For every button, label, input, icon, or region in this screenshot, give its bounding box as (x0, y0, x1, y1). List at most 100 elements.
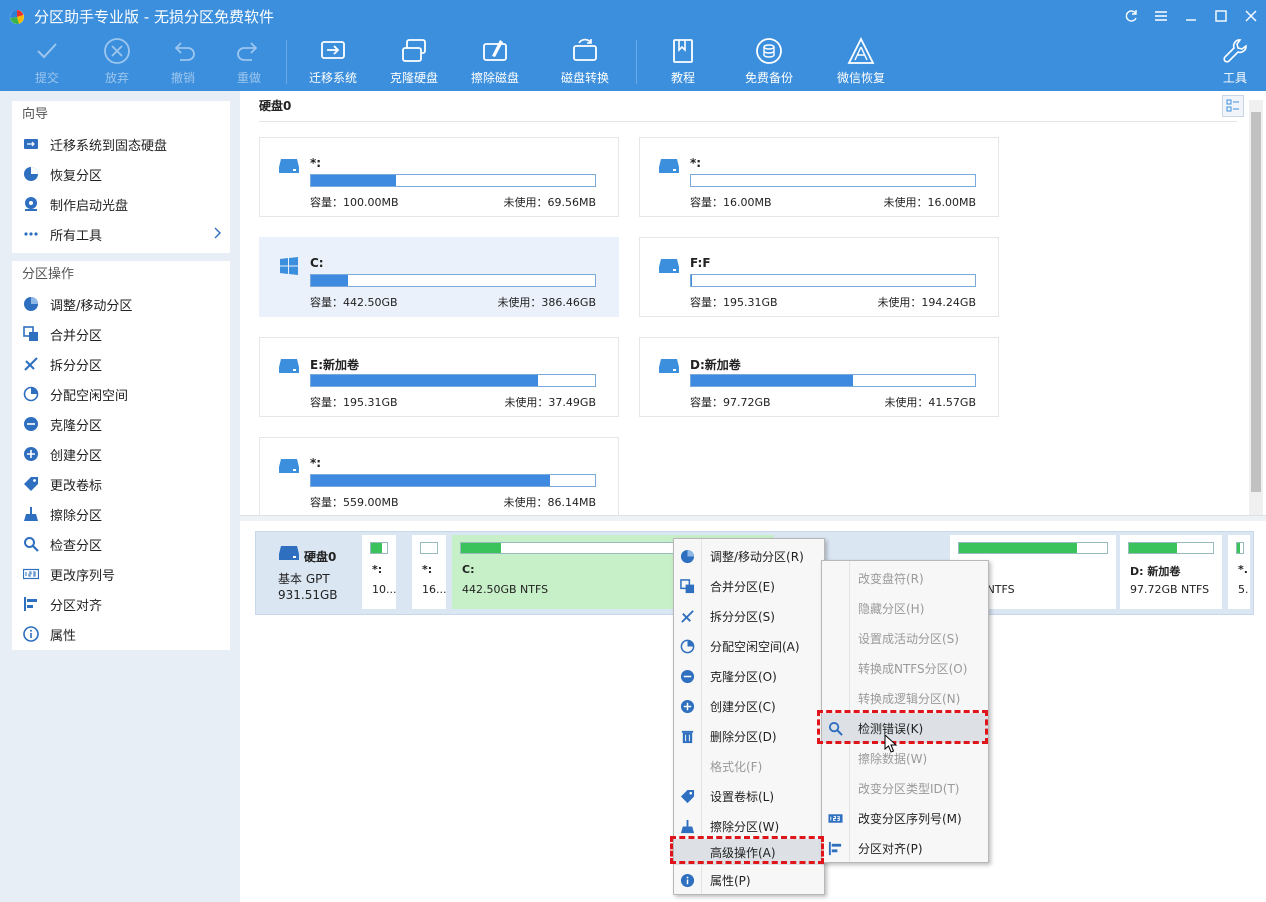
maximize-button[interactable] (1206, 0, 1236, 32)
undo-icon (174, 42, 195, 61)
menu-item-set-label[interactable]: 设置卷标(L) (674, 781, 824, 811)
partition-card[interactable]: *: 容量：100.00MB 未使用：69.56MB (259, 137, 619, 217)
menu-item-change-letter[interactable]: 改变盘符(R) (822, 563, 988, 593)
menu-item-label: 转换成逻辑分区(N) (858, 691, 961, 706)
sidebar-item-bootable-media[interactable]: 制作启动光盘 (12, 189, 230, 219)
menu-item-set-active[interactable]: 设置成活动分区(S) (822, 623, 988, 653)
usage-bar (310, 174, 596, 187)
serial-number-icon (827, 810, 843, 826)
sidebar-item-allocate-space[interactable]: 分配空闲空间 (12, 379, 230, 409)
undo-button[interactable]: 撤销 (166, 36, 200, 88)
magnifier-icon (22, 535, 40, 553)
menu-item-merge[interactable]: 合并分区(E) (674, 571, 824, 601)
menu-item-align[interactable]: 分区对齐(P) (822, 833, 988, 863)
sidebar-item-all-tools[interactable]: 所有工具 (12, 219, 230, 249)
broom-icon (679, 818, 695, 834)
partition-card[interactable]: D:新加卷 容量：97.72GB 未使用：41.57GB (639, 337, 999, 417)
menu-item-split[interactable]: 拆分分区(S) (674, 601, 824, 631)
disk-convert-button[interactable]: 磁盘转换 (558, 36, 612, 88)
menu-button[interactable] (1146, 0, 1176, 32)
menu-item-label: 格式化(F) (710, 759, 763, 774)
map-usage-bar-fill (371, 543, 383, 553)
menu-item-convert-logical[interactable]: 转换成逻辑分区(N) (822, 683, 988, 713)
menu-item-change-serial[interactable]: 改变分区序列号(M) (822, 803, 988, 833)
scrollbar-thumb[interactable] (1251, 112, 1261, 492)
menu-item-properties[interactable]: 属性(P) (674, 865, 824, 895)
menu-item-hide-partition[interactable]: 隐藏分区(H) (822, 593, 988, 623)
partition-name: *: (310, 456, 322, 470)
migrate-os-button[interactable]: 迁移系统 (306, 36, 360, 88)
sidebar-item-label: 属性 (50, 628, 77, 644)
minimize-button[interactable] (1176, 0, 1206, 32)
menu-item-change-type-id[interactable]: 改变分区类型ID(T) (822, 773, 988, 803)
disk-map-partition[interactable]: *: 16... (412, 535, 447, 609)
sidebar-item-change-label[interactable]: 更改卷标 (12, 469, 230, 499)
menu-item-clone[interactable]: 克隆分区(O) (674, 661, 824, 691)
sidebar-item-recover-partition[interactable]: 恢复分区 (12, 159, 230, 189)
pie-icon (679, 638, 695, 654)
clone-disk-button[interactable]: 克隆硬盘 (387, 36, 441, 88)
menu-item-delete[interactable]: 删除分区(D) (674, 721, 824, 751)
menu-item-label: 擦除分区(W) (710, 819, 780, 834)
sidebar-item-properties[interactable]: 属性 (12, 619, 230, 649)
vertical-scrollbar[interactable] (1249, 100, 1263, 518)
disk-icon (279, 359, 299, 373)
free-backup-label: 免费备份 (744, 71, 793, 85)
partition-name: F:F (690, 256, 711, 270)
partition-capacity: 容量：195.31GB (310, 396, 398, 409)
view-toggle-button[interactable] (1222, 95, 1244, 117)
sidebar-item-clone-partition[interactable]: 克隆分区 (12, 409, 230, 439)
wipe-disk-icon (483, 40, 507, 61)
sidebar-item-label: 克隆分区 (50, 418, 103, 434)
wechat-recovery-button[interactable]: 微信恢复 (834, 36, 888, 88)
partition-card[interactable]: C: 容量：442.50GB 未使用：386.46GB (259, 237, 619, 317)
partition-card[interactable]: F:F 容量：195.31GB 未使用：194.24GB (639, 237, 999, 317)
maximize-icon (1215, 10, 1227, 22)
discard-button[interactable]: 放弃 (100, 36, 134, 88)
free-backup-button[interactable]: 免费备份 (742, 36, 796, 88)
map-usage-bar (1236, 542, 1244, 554)
menu-item-format[interactable]: 格式化(F) (674, 751, 824, 781)
refresh-button[interactable] (1116, 0, 1146, 32)
tutorial-button[interactable]: 教程 (666, 36, 700, 88)
sidebar-item-label: 更改序列号 (50, 568, 116, 584)
merge-icon (679, 578, 695, 594)
wechat-recovery-label: 微信恢复 (836, 71, 885, 85)
usage-bar-fill (691, 275, 693, 286)
menu-item-wipe[interactable]: 擦除分区(W) (674, 811, 824, 841)
sidebar-item-change-serial[interactable]: 更改序列号 (12, 559, 230, 589)
wipe-disk-button[interactable]: 擦除磁盘 (468, 36, 522, 88)
partition-ops-title: 分区操作 (22, 267, 75, 282)
pane-splitter[interactable] (240, 515, 1266, 521)
menu-item-advanced[interactable]: 高级操作(A) (674, 839, 824, 865)
sidebar-item-align-partition[interactable]: 分区对齐 (12, 589, 230, 619)
sidebar-item-split[interactable]: 拆分分区 (12, 349, 230, 379)
commit-button[interactable]: 提交 (30, 36, 64, 88)
menu-item-allocate-space[interactable]: 分配空闲空间(A) (674, 631, 824, 661)
sidebar-item-wipe-partition[interactable]: 擦除分区 (12, 499, 230, 529)
disk-map-partition[interactable]: *: 10... (362, 535, 397, 609)
sidebar-item-merge[interactable]: 合并分区 (12, 319, 230, 349)
disk-map-partition[interactable]: D: 新加卷 97.72GB NTFS (1120, 535, 1222, 609)
sidebar-item-migrate-ssd[interactable]: 迁移系统到固态硬盘 (12, 129, 230, 159)
partition-card[interactable]: *: 容量：16.00MB 未使用：16.00MB (639, 137, 999, 217)
menu-item-create[interactable]: 创建分区(C) (674, 691, 824, 721)
sidebar-item-check-partition[interactable]: 检查分区 (12, 529, 230, 559)
disk-map-partition[interactable]: *. 5. (1228, 535, 1250, 609)
menu-item-label: 调整/移动分区(R) (710, 549, 804, 564)
partition-free: 未使用：37.49GB (504, 396, 596, 409)
menu-item-resize-move[interactable]: 调整/移动分区(R) (674, 541, 824, 571)
menu-item-wipe-data[interactable]: 擦除数据(W) (822, 743, 988, 773)
menu-item-check-errors[interactable]: 检测错误(K) (822, 713, 988, 743)
redo-button[interactable]: 重做 (232, 36, 266, 88)
partition-card[interactable]: E:新加卷 容量：195.31GB 未使用：37.49GB (259, 337, 619, 417)
map-partition-info: 10... (372, 583, 397, 596)
partition-card[interactable]: *: 容量：559.00MB 未使用：86.14MB (259, 437, 619, 517)
close-button[interactable] (1236, 0, 1266, 32)
tools-button[interactable]: 工具 (1218, 36, 1252, 88)
disk-icon (279, 546, 299, 560)
sidebar-item-create-partition[interactable]: 创建分区 (12, 439, 230, 469)
disk-map-info[interactable]: 硬盘0 基本 GPT 931.51GB (256, 532, 356, 614)
sidebar-item-resize-move[interactable]: 调整/移动分区 (12, 289, 230, 319)
menu-item-convert-ntfs[interactable]: 转换成NTFS分区(O) (822, 653, 988, 683)
